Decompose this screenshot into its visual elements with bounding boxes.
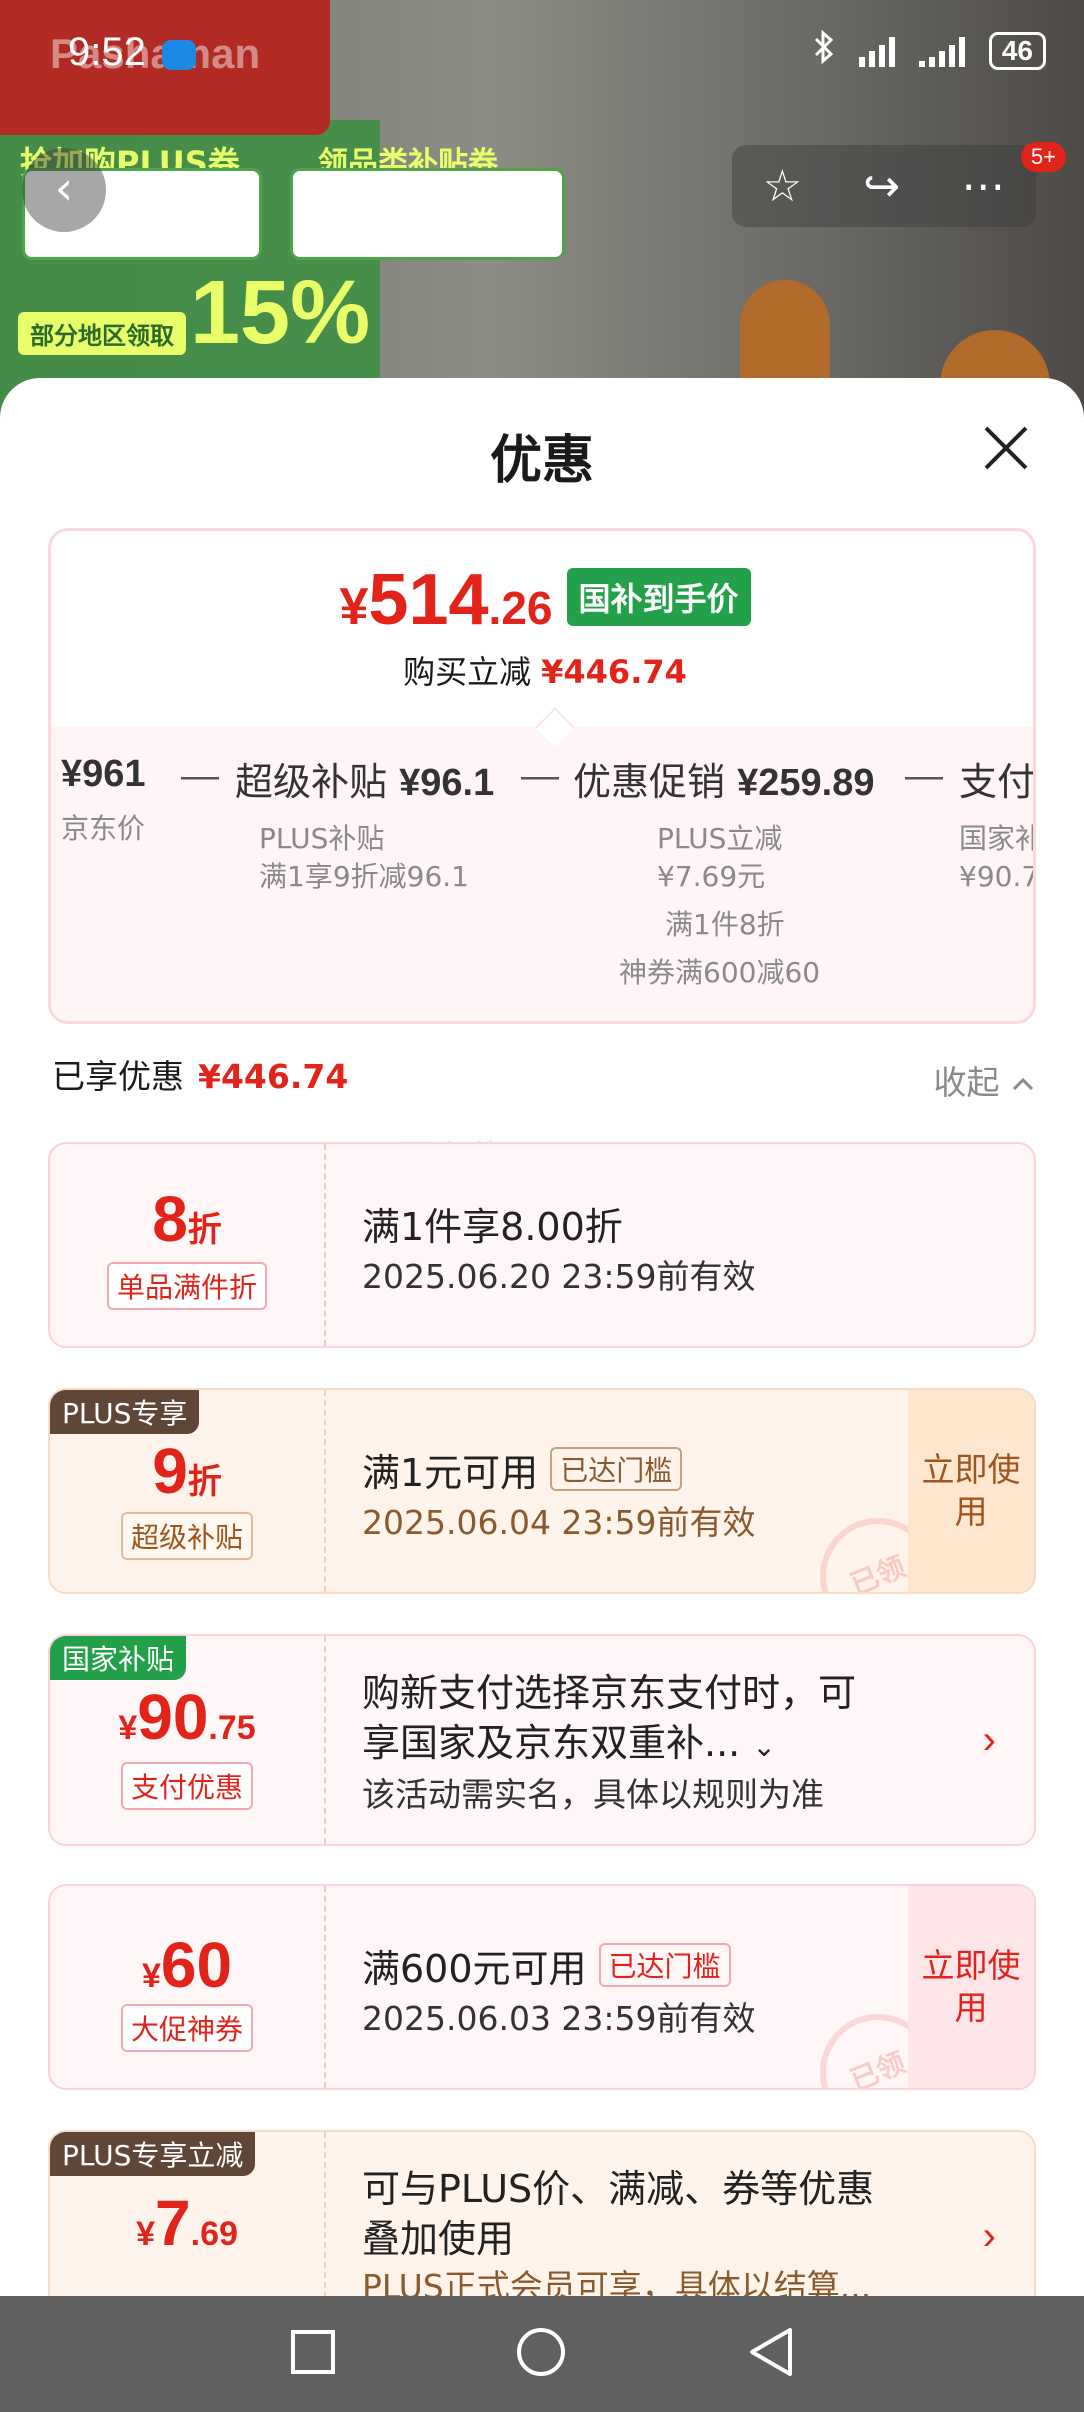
- coupon-tag: 超级补贴: [50, 1512, 324, 1560]
- use-now-button[interactable]: 立即使用: [908, 1886, 1034, 2088]
- breakdown-item-super-subsidy: 超级补贴 ¥96.1 PLUS补贴 满1享9折减96.1: [235, 760, 495, 893]
- share-icon[interactable]: ↪: [863, 161, 900, 212]
- coupon-title: 满600元可用 已达门槛: [362, 1938, 731, 1993]
- chevron-right-icon[interactable]: ›: [983, 1718, 996, 1763]
- signal-icon: [858, 35, 895, 67]
- minus-sign: —: [181, 755, 219, 797]
- coupon-card-plus-instant[interactable]: PLUS专享立减 ¥7.69 可与PLUS价、满减、券等优惠 叠加使用 PLUS…: [48, 2130, 1036, 2296]
- signal-icon-2: [918, 35, 965, 67]
- use-now-button[interactable]: 立即使用: [908, 1390, 1034, 1592]
- coupon-title: 满1件享8.00折: [362, 1205, 623, 1249]
- coupon-expiry: 2025.06.04 23:59前有效: [362, 1503, 756, 1542]
- coupon-card-60-off[interactable]: ¥60 大促神券 满600元可用 已达门槛 2025.06.03 23:59前有效…: [48, 1884, 1036, 2090]
- threshold-reached-badge: 已达门槛: [598, 1943, 731, 1987]
- coupon-expiry: 2025.06.20 23:59前有效: [362, 1257, 756, 1296]
- back-triangle-icon[interactable]: [746, 2326, 794, 2382]
- coupon-value: 9折: [152, 1435, 222, 1507]
- breakdown-item-promotion: 优惠促销 ¥259.89 PLUS立减 ¥7.69元 满1件8折 神券满600减…: [573, 760, 875, 989]
- region-tag: 部分地区领取: [18, 312, 186, 355]
- minus-sign: —: [905, 755, 943, 797]
- battery-icon: 46: [988, 32, 1046, 70]
- coupon-value: 8折: [152, 1183, 222, 1255]
- coupon-value: ¥60: [141, 1929, 233, 2001]
- bluetooth-icon: [813, 29, 835, 72]
- home-icon[interactable]: [515, 2326, 567, 2382]
- more-dots-icon[interactable]: ⋯: [961, 161, 1005, 212]
- coupon-value: ¥7.69: [136, 2187, 238, 2259]
- sheet-title: 优惠: [489, 431, 594, 491]
- coupon-tag: 大促神券: [50, 2004, 324, 2052]
- breakdown-item-payment: 支付 国家补 ¥90.7: [959, 760, 1036, 893]
- chevron-right-icon[interactable]: ›: [983, 2214, 996, 2259]
- coupon-title-line2: 叠加使用: [362, 2217, 515, 2261]
- discount-sheet: 优惠 ¥514.26 国补到手价 购买立减 ¥446.74 ¥961 京东价 — 超…: [0, 378, 1084, 2296]
- coupon-title: 可与PLUS价、满减、券等优惠: [362, 2167, 875, 2211]
- recent-apps-icon[interactable]: [290, 2329, 336, 2379]
- coupon-tag: 单品满件折: [50, 1262, 324, 1310]
- minus-sign: —: [521, 755, 559, 797]
- instant-saving: 购买立减 ¥446.74: [403, 653, 687, 691]
- system-nav-bar: [0, 2296, 1084, 2412]
- coupon-title: 满1元可用 已达门槛: [362, 1442, 683, 1497]
- status-bar: 9:52 46: [0, 0, 1084, 110]
- coupon-tag: 支付优惠: [50, 1762, 324, 1810]
- coupon-title-line2: 享国家及京东双重补... ⌄: [362, 1721, 776, 1765]
- plus-exclusive-label: PLUS专享: [50, 1390, 200, 1434]
- more-badge: 5+: [1020, 142, 1066, 172]
- discount-percent: 15%: [190, 263, 371, 363]
- breakdown-item-jd-price: ¥961 京东价: [61, 753, 146, 845]
- coupon-expiry: 2025.06.03 23:59前有效: [362, 1999, 756, 2038]
- price-summary-card: ¥514.26 国补到手价 购买立减 ¥446.74 ¥961 京东价 — 超级补贴…: [48, 528, 1036, 1024]
- plus-instant-label: PLUS专享立减: [50, 2132, 256, 2176]
- favorite-star-icon[interactable]: ☆: [763, 161, 802, 212]
- price-badge: 国补到手价: [566, 568, 751, 626]
- chevron-down-icon[interactable]: ⌄: [752, 1730, 775, 1763]
- coupon-note: 该活动需实名，具体以规则为准: [362, 1775, 824, 1814]
- coupon-title: 购新支付选择京东支付时，可: [362, 1671, 857, 1715]
- threshold-reached-badge: 已达门槛: [550, 1447, 683, 1491]
- collapse-toggle[interactable]: 收起: [934, 1056, 1037, 1104]
- coupon-value: ¥90.75: [118, 1681, 256, 1753]
- back-arrow-icon[interactable]: ‹: [22, 148, 106, 232]
- final-price: ¥514.26 国补到手价: [51, 559, 1033, 641]
- status-time: 9:52: [68, 30, 146, 74]
- enjoyed-discount: 已享优惠 ¥446.74: [52, 1057, 349, 1096]
- coupon-note: PLUS正式会员可享，具体以结算...: [362, 2267, 872, 2296]
- chevron-up-icon: [1010, 1063, 1036, 1102]
- coupon-card-8-discount[interactable]: 8折 单品满件折 满1件享8.00折 2025.06.20 23:59前有效: [48, 1142, 1036, 1348]
- national-subsidy-label: 国家补贴: [50, 1636, 187, 1680]
- coupon-card-national-subsidy[interactable]: 国家补贴 ¥90.75 支付优惠 购新支付选择京东支付时，可 享国家及京东双重补…: [48, 1634, 1036, 1846]
- close-icon[interactable]: [976, 418, 1036, 478]
- top-actions: ☆ ↪ ⋯: [732, 145, 1036, 227]
- message-notification-icon: [162, 40, 196, 70]
- coupon-card-plus-9-discount[interactable]: PLUS专享 9折 超级补贴 满1元可用 已达门槛 2025.06.04 23:5…: [48, 1388, 1036, 1594]
